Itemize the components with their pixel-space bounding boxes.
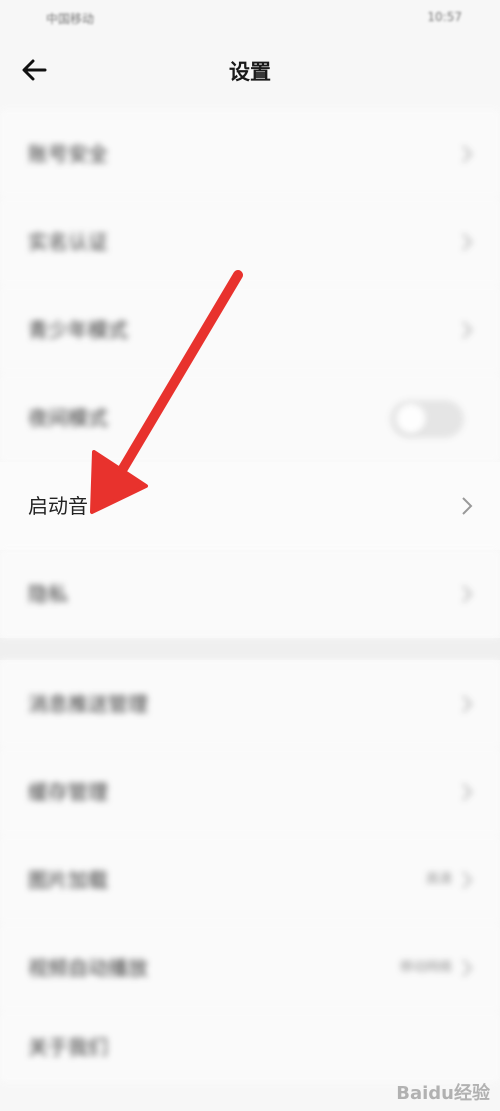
settings-item-about-us[interactable]: 关于我们 <box>0 1012 500 1082</box>
chevron-right-icon <box>462 783 473 801</box>
page-title: 设置 <box>229 60 271 84</box>
settings-item-label: 青少年模式 <box>28 318 128 342</box>
settings-item-label: 视频自动播放 <box>28 956 148 980</box>
chevron-right-icon <box>462 695 473 713</box>
settings-item-label: 图片加载 <box>28 868 108 892</box>
settings-item-image-loading[interactable]: 图片加载 高清 <box>0 836 500 924</box>
settings-item-value: 高清 <box>425 872 452 887</box>
status-bar: 中国移动 10:57 <box>0 0 500 36</box>
settings-item-label: 隐私 <box>28 582 68 606</box>
chevron-right-icon <box>462 321 473 339</box>
settings-item-video-autoplay[interactable]: 视频自动播放 移动网络 <box>0 924 500 1012</box>
header: 设置 <box>0 36 500 106</box>
settings-item-label: 关于我们 <box>28 1035 108 1059</box>
settings-item-privacy[interactable]: 隐私 <box>0 550 500 638</box>
chevron-right-icon <box>462 497 473 515</box>
settings-item-label: 夜间模式 <box>28 406 108 430</box>
settings-item-label: 账号安全 <box>28 142 108 166</box>
section-divider <box>0 638 500 660</box>
settings-item-value: 移动网络 <box>399 960 452 975</box>
toggle-knob <box>396 404 426 434</box>
carrier-label: 中国移动 <box>46 12 95 26</box>
settings-item-startup-sound[interactable]: 启动音 <box>0 462 500 550</box>
settings-item-real-name[interactable]: 实名认证 <box>0 198 500 286</box>
settings-item-label: 缓存管理 <box>28 780 108 804</box>
settings-item-label: 启动音 <box>28 494 88 518</box>
chevron-right-icon <box>462 585 473 603</box>
chevron-right-icon <box>462 871 473 889</box>
settings-item-account-security[interactable]: 账号安全 <box>0 110 500 198</box>
watermark: Baidu经验 <box>396 1083 490 1104</box>
settings-item-label: 消息推送管理 <box>28 692 148 716</box>
settings-item-cache-management[interactable]: 缓存管理 <box>0 748 500 836</box>
settings-list: 账号安全 实名认证 青少年模式 夜间模式 启动音 隐私 消息推送管理 缓存管理 … <box>0 110 500 1082</box>
chevron-right-icon <box>462 145 473 163</box>
chevron-right-icon <box>462 959 473 977</box>
settings-item-teen-mode[interactable]: 青少年模式 <box>0 286 500 374</box>
clock-label: 10:57 <box>427 10 462 24</box>
settings-item-label: 实名认证 <box>28 230 108 254</box>
night-mode-toggle[interactable] <box>390 400 464 438</box>
settings-item-push-management[interactable]: 消息推送管理 <box>0 660 500 748</box>
settings-item-night-mode: 夜间模式 <box>0 374 500 462</box>
chevron-right-icon <box>462 233 473 251</box>
